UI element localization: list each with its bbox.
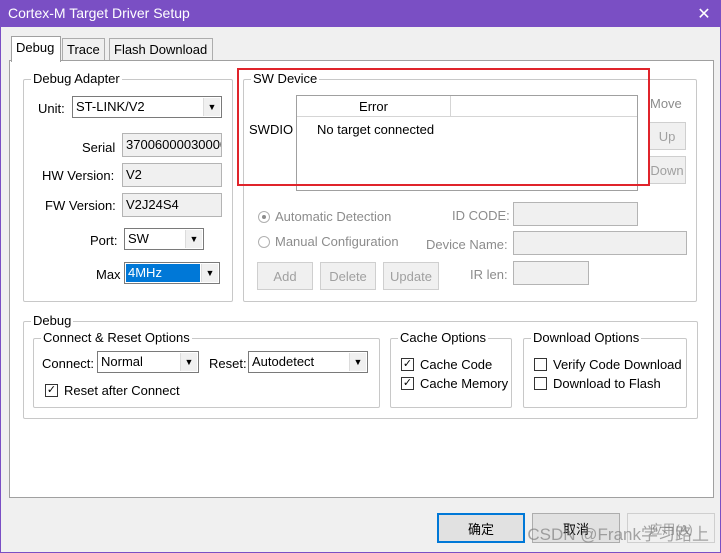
manual-configuration-radio[interactable]: Manual Configuration: [258, 234, 399, 249]
reset-value: Autodetect: [252, 354, 315, 369]
serial-label: Serial: [82, 140, 116, 155]
chevron-down-icon: ▼: [185, 230, 202, 248]
cache-memory-checkbox[interactable]: ✓ Cache Memory: [401, 376, 508, 391]
delete-button[interactable]: Delete: [320, 262, 376, 290]
chevron-down-icon: ▼: [180, 353, 197, 371]
swdio-label: SWDIO: [249, 122, 294, 137]
id-code-field: [513, 202, 638, 226]
port-label: Port:: [90, 233, 118, 248]
reset-label: Reset:: [209, 356, 247, 371]
ir-len-field: [513, 261, 589, 285]
cache-options-title: Cache Options: [398, 330, 488, 346]
connect-value: Normal: [101, 354, 143, 369]
ok-button[interactable]: 确定: [437, 513, 525, 543]
move-up-button[interactable]: Up: [648, 122, 686, 150]
checkmark-icon: ✓: [401, 358, 414, 371]
cache-code-label: Cache Code: [420, 357, 493, 372]
move-label: Move: [650, 96, 682, 111]
verify-code-download-checkbox[interactable]: Verify Code Download: [534, 357, 682, 372]
tab-debug[interactable]: Debug: [11, 36, 61, 62]
download-to-flash-label: Download to Flash: [553, 376, 661, 391]
download-options-title: Download Options: [531, 330, 642, 346]
automatic-detection-radio[interactable]: Automatic Detection: [258, 209, 391, 224]
tab-flash-download[interactable]: Flash Download: [109, 38, 213, 60]
window-title: Cortex-M Target Driver Setup: [8, 5, 190, 21]
close-icon[interactable]: ✕: [687, 0, 721, 27]
table-header: Error: [297, 96, 637, 117]
debug-adapter-title: Debug Adapter: [31, 71, 122, 87]
empty-column-header: [451, 96, 637, 116]
id-code-label: ID CODE:: [452, 208, 510, 223]
port-select[interactable]: SW ▼: [124, 228, 204, 250]
download-options-group: Download Options: [523, 330, 687, 408]
fw-version-field: V2J24S4: [122, 193, 222, 217]
error-column-header: Error: [297, 96, 451, 116]
checkmark-icon: ✓: [401, 377, 414, 390]
unit-label: Unit:: [38, 101, 65, 116]
chevron-down-icon: ▼: [203, 98, 220, 116]
manual-configuration-label: Manual Configuration: [275, 234, 399, 249]
device-name-label: Device Name:: [426, 237, 508, 252]
chevron-down-icon: ▼: [349, 353, 366, 371]
device-name-field: [513, 231, 687, 255]
ir-len-label: IR len:: [470, 267, 508, 282]
radio-unselected-icon: [258, 235, 270, 248]
add-button[interactable]: Add: [257, 262, 313, 290]
verify-code-download-label: Verify Code Download: [553, 357, 682, 372]
connect-reset-title: Connect & Reset Options: [41, 330, 192, 346]
download-to-flash-checkbox[interactable]: Download to Flash: [534, 376, 661, 391]
update-button[interactable]: Update: [383, 262, 439, 290]
cache-options-group: Cache Options: [390, 330, 512, 408]
max-clock-value: 4MHz: [126, 264, 200, 282]
debug-title: Debug: [31, 313, 74, 329]
automatic-detection-label: Automatic Detection: [275, 209, 392, 224]
title-bar: Cortex-M Target Driver Setup ✕: [0, 0, 721, 27]
serial-field: 37006000030000: [122, 133, 222, 157]
chevron-down-icon: ▼: [201, 264, 218, 282]
checkbox-empty-icon: [534, 377, 547, 390]
hw-version-field: V2: [122, 163, 222, 187]
cache-code-checkbox[interactable]: ✓ Cache Code: [401, 357, 492, 372]
fw-version-label: FW Version:: [45, 198, 116, 213]
tab-trace[interactable]: Trace: [62, 38, 105, 60]
checkbox-empty-icon: [534, 358, 547, 371]
move-down-button[interactable]: Down: [648, 156, 686, 184]
watermark: CSDN @Frank学习路上: [527, 525, 709, 544]
device-chain-table[interactable]: Error No target connected: [296, 95, 638, 191]
max-clock-select[interactable]: 4MHz ▼: [124, 262, 220, 284]
radio-selected-icon: [258, 210, 270, 223]
reset-select[interactable]: Autodetect ▼: [248, 351, 368, 373]
table-row[interactable]: No target connected: [317, 122, 434, 137]
max-clock-label: Max: [96, 267, 121, 282]
reset-after-connect-checkbox[interactable]: ✓ Reset after Connect: [45, 383, 180, 398]
unit-value: ST-LINK/V2: [76, 99, 145, 114]
unit-select[interactable]: ST-LINK/V2 ▼: [72, 96, 222, 118]
sw-device-title: SW Device: [251, 71, 320, 87]
reset-after-connect-label: Reset after Connect: [64, 383, 180, 398]
checkmark-icon: ✓: [45, 384, 58, 397]
connect-label: Connect:: [42, 356, 95, 371]
cache-memory-label: Cache Memory: [420, 376, 509, 391]
hw-version-label: HW Version:: [42, 168, 115, 183]
connect-select[interactable]: Normal ▼: [97, 351, 199, 373]
port-value: SW: [128, 231, 149, 246]
